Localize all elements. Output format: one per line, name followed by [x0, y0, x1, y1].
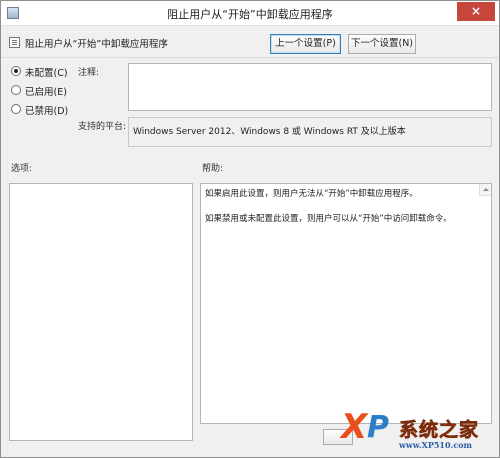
scroll-up-arrow-icon[interactable]	[479, 184, 491, 196]
radio-button-selected[interactable]	[11, 66, 21, 76]
comment-textarea[interactable]	[128, 63, 492, 111]
radio-button[interactable]	[11, 104, 21, 114]
platform-label: 支持的平台:	[78, 122, 127, 132]
watermark-url: www.XP510.com	[399, 440, 473, 450]
site-watermark-logo: X P 系统之家 www.XP510.com	[341, 409, 499, 457]
supported-platform-field: Windows Server 2012、Windows 8 或 Windows …	[128, 117, 492, 147]
title-bar: 阻止用户从“开始”中卸载应用程序 ×	[1, 1, 499, 26]
help-panel: 如果启用此设置，则用户无法从“开始”中卸载应用程序。 如果禁用或未配置此设置，则…	[200, 183, 492, 424]
options-label: 选项:	[11, 164, 33, 174]
policy-editor-window: 阻止用户从“开始”中卸载应用程序 × 阻止用户从“开始”中卸载应用程序 上一个设…	[0, 0, 500, 458]
radio-label: 已启用(E)	[25, 87, 67, 98]
next-setting-button[interactable]: 下一个设置(N)	[348, 34, 416, 54]
policy-setting-icon	[9, 37, 20, 48]
window-title: 阻止用户从“开始”中卸载应用程序	[167, 8, 333, 21]
watermark-logo-p: P	[367, 410, 389, 445]
radio-enabled[interactable]: 已启用(E)	[11, 84, 81, 98]
radio-button[interactable]	[11, 85, 21, 95]
comment-label: 注释:	[78, 68, 100, 78]
watermark-logo-x: X	[341, 407, 368, 447]
close-button[interactable]: ×	[457, 2, 495, 21]
options-panel	[9, 183, 193, 441]
radio-not-configured[interactable]: 未配置(C)	[11, 65, 81, 79]
watermark-brand: 系统之家	[399, 419, 480, 442]
help-paragraph: 如果禁用或未配置此设置，则用户可以从“开始”中访问卸载命令。	[205, 214, 452, 224]
radio-label: 未配置(C)	[25, 68, 68, 79]
previous-setting-button[interactable]: 上一个设置(P)	[270, 34, 341, 54]
policy-name: 阻止用户从“开始”中卸载应用程序	[25, 39, 168, 50]
radio-label: 已禁用(D)	[25, 106, 69, 117]
help-label: 帮助:	[202, 164, 224, 174]
radio-disabled[interactable]: 已禁用(D)	[11, 103, 81, 117]
close-icon: ×	[470, 4, 482, 18]
policy-header: 阻止用户从“开始”中卸载应用程序	[1, 27, 499, 56]
supported-platform-value: Windows Server 2012、Windows 8 或 Windows …	[133, 127, 406, 137]
header-divider	[1, 57, 499, 58]
help-paragraph: 如果启用此设置，则用户无法从“开始”中卸载应用程序。	[205, 189, 418, 199]
